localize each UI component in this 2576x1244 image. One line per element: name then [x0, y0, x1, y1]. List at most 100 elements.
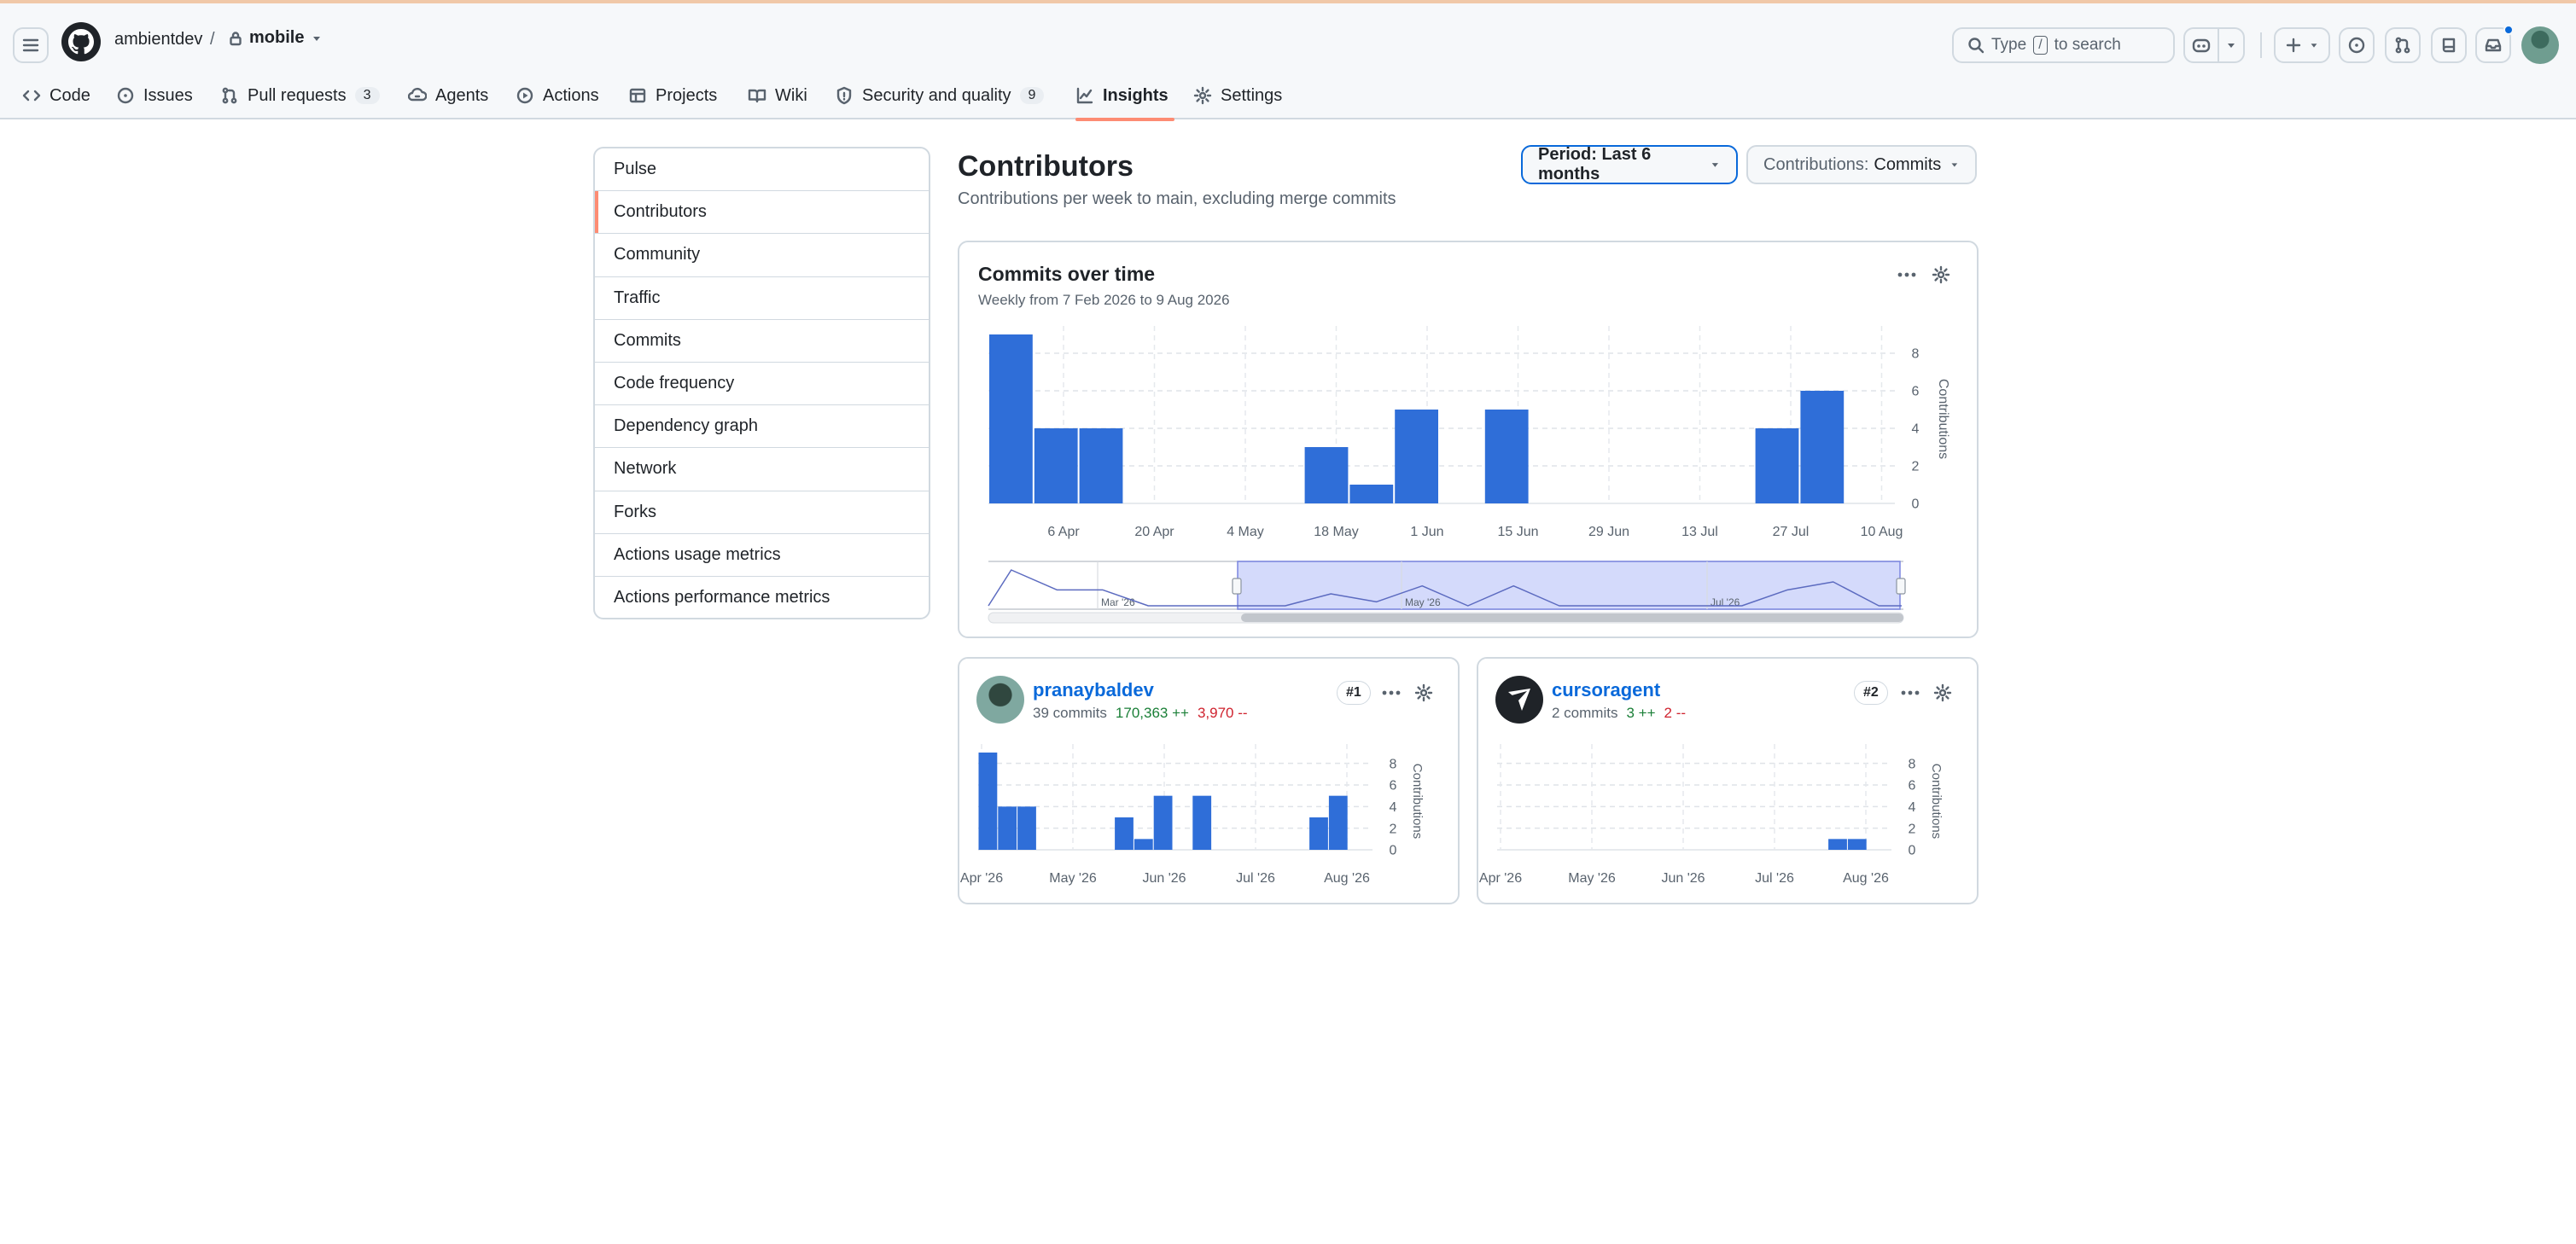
x-tick-label: Aug '26 — [1843, 871, 1889, 886]
contributor-stats: 39 commits 170,363 ++ 3,970 -- — [1033, 705, 1248, 722]
create-new-button[interactable] — [2274, 27, 2330, 63]
sidebar-item-actions-usage-metrics[interactable]: Actions usage metrics — [595, 534, 929, 577]
x-tick-label: Jun '26 — [1142, 871, 1186, 886]
search-input[interactable]: Type / to search — [1952, 27, 2175, 63]
pull-request-icon — [2395, 37, 2410, 54]
caret-down-icon — [1951, 163, 1958, 167]
bar — [1847, 839, 1867, 850]
contributor-name[interactable]: pranaybaldev — [1033, 679, 1154, 701]
contributor-stats: 2 commits 3 ++ 2 -- — [1552, 705, 1686, 722]
x-tick-label: Jun '26 — [1661, 871, 1705, 886]
repo-selector[interactable]: mobile — [229, 28, 323, 48]
tab-pull-requests[interactable]: Pull requests 3 — [220, 78, 380, 113]
chart-range-navigator[interactable]: Mar '26 May '26 Jul '26 — [959, 242, 1980, 640]
contributor-card: cursoragent 2 commits 3 ++ 2 -- #2 Apr '… — [1477, 657, 1979, 904]
contributor-card: pranaybaldev 39 commits 170,363 ++ 3,970… — [958, 657, 1460, 904]
tab-code[interactable]: Code — [22, 78, 90, 113]
contributions-prefix: Contributions: — [1763, 154, 1869, 174]
navigator-label: May '26 — [1405, 596, 1441, 608]
pull-request-icon — [222, 87, 237, 104]
gear-icon — [1414, 683, 1433, 702]
x-tick-label: Apr '26 — [960, 871, 1003, 886]
tab-label: Settings — [1221, 85, 1283, 105]
contributions-value: Commits — [1874, 154, 1942, 174]
owner-link[interactable]: ambientdev — [114, 30, 202, 49]
y-tick-label: 8 — [1909, 757, 1916, 771]
x-tick-label: Jul '26 — [1755, 871, 1794, 886]
tab-projects[interactable]: Projects — [628, 78, 717, 113]
caret-down-icon — [2228, 44, 2235, 48]
agent-icon — [408, 87, 427, 102]
sidebar-item-pulse[interactable]: Pulse — [595, 148, 929, 192]
sidebar-item-community[interactable]: Community — [595, 234, 929, 277]
kebab-horizontal-icon — [1382, 690, 1401, 695]
sidebar-item-forks[interactable]: Forks — [595, 491, 929, 534]
table-icon — [629, 88, 646, 103]
bar — [998, 806, 1017, 850]
tab-agents[interactable]: Agents — [408, 78, 488, 113]
issues-button[interactable] — [2339, 27, 2375, 63]
sidebar-item-actions-performance-metrics[interactable]: Actions performance metrics — [595, 577, 929, 618]
tab-label: Wiki — [775, 85, 807, 105]
lock-icon — [230, 31, 242, 45]
y-axis-title: Contributions — [1410, 764, 1425, 839]
breadcrumb-separator: / — [210, 30, 215, 49]
bar — [1309, 817, 1328, 850]
selected-tab-underline — [1075, 118, 1174, 121]
y-tick-label: 6 — [1909, 779, 1916, 793]
copilot-button[interactable] — [2183, 27, 2219, 63]
rank-badge: #1 — [1337, 681, 1371, 705]
sidebar-item-code-frequency[interactable]: Code frequency — [595, 363, 929, 406]
navigator-right-handle — [1896, 578, 1906, 595]
contributor-avatar[interactable] — [1495, 676, 1543, 724]
sidebar-item-dependency-graph[interactable]: Dependency graph — [595, 405, 929, 449]
user-avatar[interactable] — [2521, 26, 2559, 64]
contributor-options-button[interactable] — [1897, 679, 1924, 706]
additions-count: 170,363 ++ — [1115, 705, 1189, 721]
pull-requests-button[interactable] — [2385, 27, 2421, 63]
sidebar-item-network[interactable]: Network — [595, 448, 929, 491]
github-logo[interactable] — [61, 22, 101, 61]
tab-wiki[interactable]: Wiki — [748, 78, 807, 113]
tab-security-and-quality[interactable]: Security and quality 9 — [835, 78, 1045, 113]
contributions-dropdown[interactable]: Contributions: Commits — [1746, 145, 1977, 184]
contributor-avatar[interactable] — [976, 676, 1024, 724]
gear-icon — [1193, 86, 1212, 105]
x-tick-label: Apr '26 — [1479, 871, 1522, 886]
plus-icon — [2286, 38, 2301, 53]
contributor-settings-button[interactable] — [1929, 679, 1956, 706]
tab-label: Projects — [656, 85, 718, 105]
bar — [1115, 817, 1134, 850]
copilot-icon — [2192, 38, 2211, 53]
issue-icon — [117, 87, 134, 104]
contributor-name[interactable]: cursoragent — [1552, 679, 1660, 701]
hamburger-icon — [22, 38, 39, 52]
commit-count[interactable]: 2 commits — [1552, 705, 1617, 722]
y-tick-label: 4 — [1390, 800, 1397, 815]
contributor-options-button[interactable] — [1378, 679, 1405, 706]
insights-sidebar: Pulse Contributors Community Traffic Commits… — [593, 147, 930, 619]
code-icon — [22, 90, 41, 102]
commit-count[interactable]: 39 commits — [1033, 705, 1107, 722]
kebab-horizontal-icon — [1901, 690, 1920, 695]
repositories-button[interactable] — [2431, 27, 2467, 63]
sidebar-item-traffic[interactable]: Traffic — [595, 277, 929, 320]
tab-actions[interactable]: Actions — [516, 78, 599, 113]
menu-button[interactable] — [13, 27, 49, 63]
cursor-logo-icon — [1508, 689, 1530, 711]
navigator-selection — [1237, 561, 1901, 610]
y-tick-label: 2 — [1909, 822, 1916, 836]
tab-issues[interactable]: Issues — [116, 78, 193, 113]
contributor-settings-button[interactable] — [1410, 679, 1437, 706]
tab-label: Insights — [1103, 85, 1169, 105]
bar — [978, 753, 998, 850]
tab-insights[interactable]: Insights — [1075, 78, 1169, 113]
sidebar-item-commits[interactable]: Commits — [595, 320, 929, 363]
shield-icon — [836, 86, 852, 105]
y-tick-label: 6 — [1390, 779, 1397, 793]
period-dropdown[interactable]: Period: Last 6 months — [1521, 145, 1738, 184]
sidebar-item-contributors[interactable]: Contributors — [595, 191, 929, 235]
copilot-menu-button[interactable] — [2218, 27, 2245, 63]
navigator-label: Mar '26 — [1101, 596, 1135, 608]
tab-settings[interactable]: Settings — [1193, 78, 1282, 113]
